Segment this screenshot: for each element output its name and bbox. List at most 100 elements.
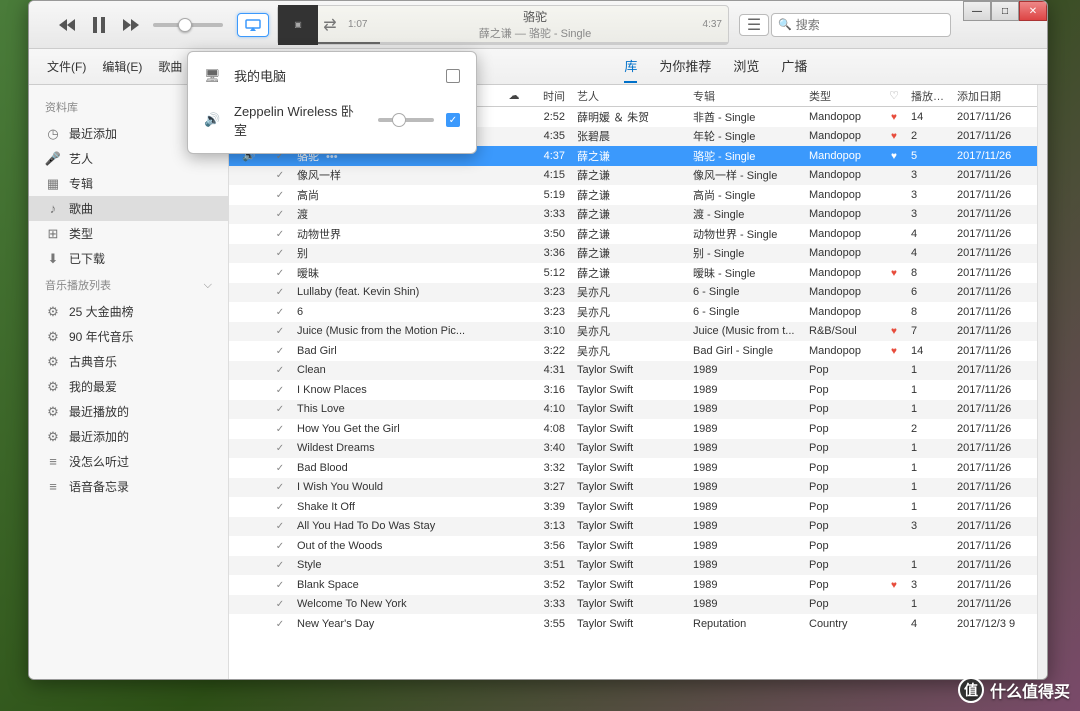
check-icon[interactable]: ✓ [276, 365, 284, 376]
track-row[interactable]: ✓ 暧昧 5:12 薛之谦 暧昧 - Single Mandopop ♥ 8 2… [229, 263, 1037, 283]
sidebar-item[interactable]: ⊞类型 [29, 221, 228, 246]
sidebar-item[interactable]: ⬇已下载 [29, 246, 228, 271]
heart-icon[interactable]: ♥ [891, 326, 897, 337]
check-icon[interactable]: ✓ [276, 541, 284, 552]
check-icon[interactable]: ✓ [276, 170, 284, 181]
sidebar-item[interactable]: ⚙我的最爱 [29, 374, 228, 399]
shuffle-icon[interactable]: ⇄ [318, 15, 342, 35]
track-row[interactable]: ✓ Out of the Woods 3:56 Taylor Swift 198… [229, 536, 1037, 556]
prev-button[interactable] [53, 13, 81, 37]
col-date[interactable]: 添加日期 [951, 88, 1037, 104]
airplay-button[interactable] [237, 13, 269, 37]
track-row[interactable]: ✓ All You Had To Do Was Stay 3:13 Taylor… [229, 517, 1037, 537]
check-icon[interactable]: ✓ [276, 521, 284, 532]
next-button[interactable] [117, 13, 145, 37]
heart-icon[interactable]: ♥ [891, 131, 897, 142]
track-row[interactable]: ✓ 动物世界 3:50 薛之谦 动物世界 - Single Mandopop 4… [229, 224, 1037, 244]
track-row[interactable]: ✓ Shake It Off 3:39 Taylor Swift 1989 Po… [229, 497, 1037, 517]
track-row[interactable]: ✓ Blank Space 3:52 Taylor Swift 1989 Pop… [229, 575, 1037, 595]
cloud-icon[interactable]: ☁ [499, 89, 529, 102]
sidebar-item[interactable]: ⚙最近添加的 [29, 424, 228, 449]
check-icon[interactable]: ✓ [276, 599, 284, 610]
check-icon[interactable]: ✓ [276, 346, 284, 357]
check-icon[interactable]: ✓ [276, 560, 284, 571]
check-icon[interactable]: ✓ [276, 482, 284, 493]
track-row[interactable]: ✓ This Love 4:10 Taylor Swift 1989 Pop 1… [229, 400, 1037, 420]
check-icon[interactable]: ✓ [276, 424, 284, 435]
col-time[interactable]: 时间 [529, 88, 571, 104]
heart-icon[interactable]: ♥ [891, 112, 897, 123]
col-genre[interactable]: 类型 [803, 88, 883, 104]
check-icon[interactable]: ✓ [276, 385, 284, 396]
check-icon[interactable]: ✓ [276, 463, 284, 474]
check-icon[interactable]: ✓ [276, 502, 284, 513]
list-view-button[interactable]: ☰ [739, 14, 769, 36]
check-icon[interactable]: ✓ [276, 209, 284, 220]
check-icon[interactable]: ✓ [276, 287, 284, 298]
col-album[interactable]: 专辑 [687, 88, 803, 104]
chevron-icon[interactable]: ⌵ [204, 279, 212, 292]
track-row[interactable]: ✓ Juice (Music from the Motion Pic... 3:… [229, 322, 1037, 342]
col-plays[interactable]: 播放次数 [905, 88, 951, 104]
pause-button[interactable] [85, 13, 113, 37]
scrollbar[interactable] [1037, 85, 1047, 679]
close-button[interactable]: ✕ [1019, 1, 1047, 21]
minimize-button[interactable]: — [963, 1, 991, 21]
sidebar-item[interactable]: ≡语音备忘录 [29, 474, 228, 499]
device-checkbox[interactable]: ✓ [446, 113, 460, 127]
check-icon[interactable]: ✓ [276, 229, 284, 240]
device-checkbox[interactable] [446, 69, 460, 83]
sidebar-item[interactable]: ⚙25 大金曲榜 [29, 299, 228, 324]
sidebar-item[interactable]: ≡没怎么听过 [29, 449, 228, 474]
track-row[interactable]: ✓ Bad Girl 3:22 吴亦凡 Bad Girl - Single Ma… [229, 341, 1037, 361]
check-icon[interactable]: ✓ [276, 307, 284, 318]
heart-icon[interactable]: ♥ [891, 268, 897, 279]
track-row[interactable]: ✓ Clean 4:31 Taylor Swift 1989 Pop 1 201… [229, 361, 1037, 381]
track-row[interactable]: ✓ Style 3:51 Taylor Swift 1989 Pop 1 201… [229, 556, 1037, 576]
track-row[interactable]: ✓ I Know Places 3:16 Taylor Swift 1989 P… [229, 380, 1037, 400]
col-artist[interactable]: 艺人 [571, 88, 687, 104]
sidebar-item[interactable]: ⚙90 年代音乐 [29, 324, 228, 349]
track-row[interactable]: ✓ Bad Blood 3:32 Taylor Swift 1989 Pop 1… [229, 458, 1037, 478]
tab[interactable]: 浏览 [733, 50, 759, 83]
check-icon[interactable]: ✓ [276, 326, 284, 337]
track-row[interactable]: ✓ Welcome To New York 3:33 Taylor Swift … [229, 595, 1037, 615]
track-row[interactable]: ✓ How You Get the Girl 4:08 Taylor Swift… [229, 419, 1037, 439]
check-icon[interactable]: ✓ [276, 248, 284, 259]
volume-slider[interactable] [153, 23, 223, 27]
check-icon[interactable]: ✓ [276, 268, 284, 279]
search-input[interactable] [796, 18, 944, 32]
menu-item[interactable]: 编辑(E) [94, 54, 150, 79]
tab[interactable]: 广播 [781, 50, 807, 83]
heart-icon[interactable]: ♡ [883, 89, 905, 102]
menu-item[interactable]: 文件(F) [39, 54, 94, 79]
track-row[interactable]: ✓ 别 3:36 薛之谦 别 - Single Mandopop 4 2017/… [229, 244, 1037, 264]
track-row[interactable]: ✓ Lullaby (feat. Kevin Shin) 3:23 吴亦凡 6 … [229, 283, 1037, 303]
sidebar-item[interactable]: ⚙古典音乐 [29, 349, 228, 374]
sidebar-item[interactable]: ▦专辑 [29, 171, 228, 196]
airplay-device[interactable]: 🔊 Zeppelin Wireless 卧室 ✓ [188, 93, 476, 147]
sidebar-item[interactable]: ♪歌曲 [29, 196, 228, 221]
track-row[interactable]: ✓ 高尚 5:19 薛之谦 高尚 - Single Mandopop 3 201… [229, 185, 1037, 205]
menu-item[interactable]: 歌曲 [150, 54, 190, 79]
heart-icon[interactable]: ♥ [891, 151, 897, 162]
track-row[interactable]: ✓ Wildest Dreams 3:40 Taylor Swift 1989 … [229, 439, 1037, 459]
airplay-device[interactable]: 🖥 我的电脑 [188, 58, 476, 93]
maximize-button[interactable]: □ [991, 1, 1019, 21]
search-box[interactable]: 🔍 [771, 13, 951, 37]
progress-bar[interactable] [318, 42, 728, 44]
check-icon[interactable]: ✓ [276, 443, 284, 454]
track-row[interactable]: ✓ New Year's Day 3:55 Taylor Swift Reput… [229, 614, 1037, 634]
device-volume-slider[interactable] [378, 118, 434, 122]
track-row[interactable]: ✓ 渡 3:33 薛之谦 渡 - Single Mandopop 3 2017/… [229, 205, 1037, 225]
track-row[interactable]: ✓ I Wish You Would 3:27 Taylor Swift 198… [229, 478, 1037, 498]
heart-icon[interactable]: ♥ [891, 580, 897, 591]
check-icon[interactable]: ✓ [276, 619, 284, 630]
check-icon[interactable]: ✓ [276, 404, 284, 415]
check-icon[interactable]: ✓ [276, 190, 284, 201]
track-row[interactable]: ✓ 像风一样 4:15 薛之谦 像风一样 - Single Mandopop 3… [229, 166, 1037, 186]
tab[interactable]: 库 [624, 50, 637, 83]
tab[interactable]: 为你推荐 [659, 50, 711, 83]
check-icon[interactable]: ✓ [276, 580, 284, 591]
heart-icon[interactable]: ♥ [891, 346, 897, 357]
